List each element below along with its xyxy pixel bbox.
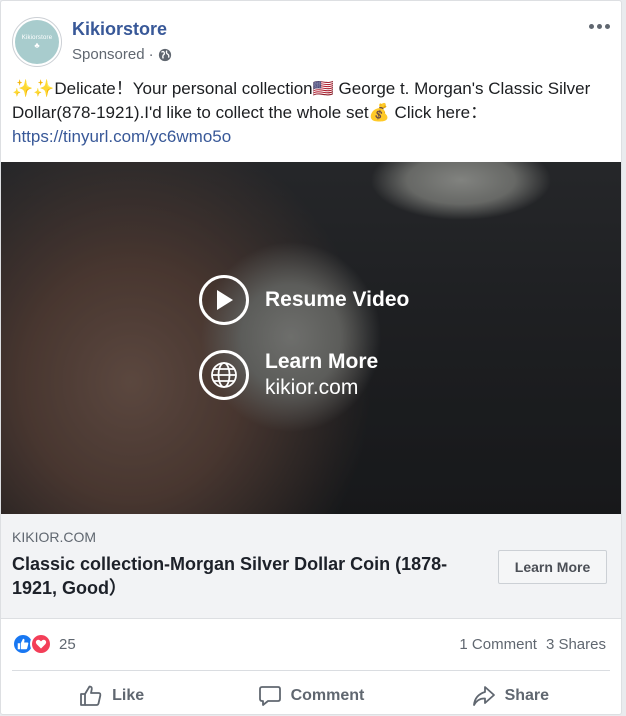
overlay-domain: kikior.com xyxy=(265,376,359,399)
web-globe-icon xyxy=(199,350,249,400)
learn-more-overlay-button[interactable]: Learn More kikior.com xyxy=(199,350,378,400)
comment-button[interactable]: Comment xyxy=(211,676,410,716)
reactions-summary[interactable]: 25 xyxy=(12,633,76,655)
resume-video-button[interactable]: Resume Video xyxy=(199,275,409,325)
share-label: Share xyxy=(504,687,550,704)
sponsored-line: Sponsored · xyxy=(72,46,172,63)
learn-more-button[interactable]: Learn More xyxy=(498,550,607,584)
more-icon-dot xyxy=(596,23,602,29)
sponsored-label[interactable]: Sponsored xyxy=(72,46,145,63)
action-bar: Like Comment Share xyxy=(12,676,610,716)
resume-video-label: Resume Video xyxy=(265,288,410,311)
comment-icon xyxy=(258,686,281,706)
like-label: Like xyxy=(112,687,145,704)
learn-more-label: Learn More xyxy=(265,350,379,373)
post-text: ✨✨Delicate！Your personal collection🇺🇸 Ge… xyxy=(12,79,591,122)
clover-icon: ♣ xyxy=(34,40,40,50)
video-player[interactable]: Resume Video Learn More kikior.com xyxy=(1,162,621,514)
post-header: Kikiorstore ♣ Kikiorstore Sponsored · xyxy=(12,17,611,69)
divider xyxy=(12,670,610,671)
share-icon xyxy=(472,686,495,706)
share-count-link[interactable]: 3 Shares xyxy=(546,636,606,653)
post-body: ✨✨Delicate！Your personal collection🇺🇸 Ge… xyxy=(12,77,612,149)
play-icon xyxy=(199,275,249,325)
avatar-logo: Kikiorstore ♣ xyxy=(15,20,59,64)
link-domain: KIKIOR.COM xyxy=(12,529,97,545)
love-reaction-icon xyxy=(30,633,52,655)
more-options-button[interactable] xyxy=(587,17,611,35)
separator: · xyxy=(148,46,154,63)
thumbs-up-icon xyxy=(80,685,102,706)
sponsored-post: Kikiorstore ♣ Kikiorstore Sponsored · ✨✨… xyxy=(0,0,622,715)
link-title[interactable]: Classic collection-Morgan Silver Dollar … xyxy=(12,552,482,600)
link-preview[interactable]: KIKIOR.COM Classic collection-Morgan Sil… xyxy=(1,514,621,619)
avatar-text: Kikiorstore xyxy=(21,34,53,41)
post-link[interactable]: https://tinyurl.com/yc6wmo5o xyxy=(12,127,231,146)
learn-more-text: Learn More kikior.com xyxy=(265,350,378,400)
reaction-count: 25 xyxy=(59,635,76,653)
like-button[interactable]: Like xyxy=(12,676,211,716)
more-icon xyxy=(588,23,594,29)
engagement-counts: 1 Comment 3 Shares xyxy=(459,636,606,653)
comment-label: Comment xyxy=(290,687,365,704)
page-name-link[interactable]: Kikiorstore xyxy=(72,19,167,40)
share-button[interactable]: Share xyxy=(411,676,610,716)
avatar[interactable]: Kikiorstore ♣ xyxy=(12,17,62,67)
comment-count-link[interactable]: 1 Comment xyxy=(459,636,537,653)
globe-icon[interactable] xyxy=(158,48,172,62)
more-icon-dot xyxy=(604,23,610,29)
